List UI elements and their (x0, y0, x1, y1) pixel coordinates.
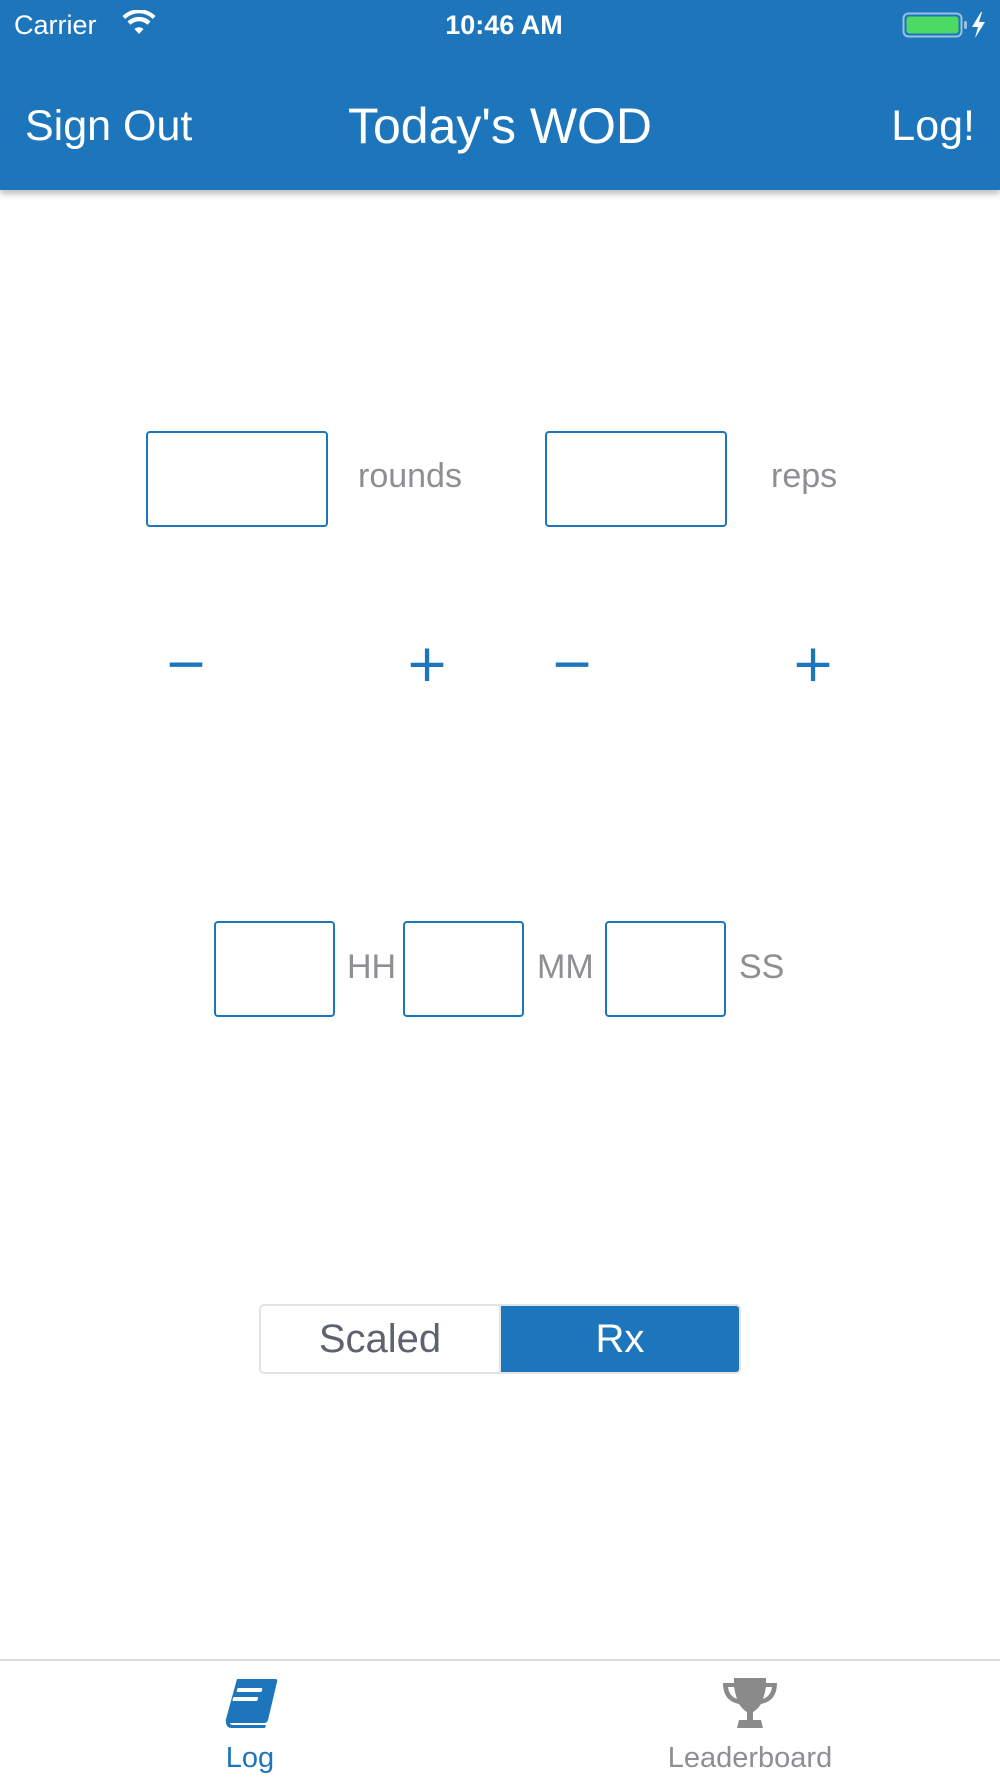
rounds-label: rounds (358, 457, 462, 495)
rounds-input[interactable] (146, 431, 328, 527)
trophy-icon (723, 1678, 777, 1728)
app-header: Carrier 10:46 AM Sign Out Today's WOD Lo… (0, 0, 1000, 190)
navigation-bar: Sign Out Today's WOD Log! (0, 78, 1000, 174)
hours-label: HH (347, 948, 397, 986)
battery-icon (902, 12, 985, 38)
wod-log-screen: Carrier 10:46 AM Sign Out Today's WOD Lo… (0, 0, 1000, 1778)
status-time: 10:46 AM (445, 10, 563, 40)
status-bar: Carrier 10:46 AM (0, 0, 1000, 50)
log-button[interactable]: Log! (891, 100, 975, 152)
tab-leaderboard[interactable]: Leaderboard (500, 1661, 1000, 1778)
book-icon (225, 1679, 278, 1728)
reps-decrement-button[interactable]: − (542, 634, 602, 694)
rounds-decrement-button[interactable]: − (156, 634, 216, 694)
tab-bar: Log Leaderboard (0, 1659, 1000, 1778)
tab-log[interactable]: Log (0, 1661, 500, 1778)
segment-scaled[interactable]: Scaled (261, 1306, 501, 1372)
reps-input[interactable] (545, 431, 727, 527)
page-title: Today's WOD (347, 98, 653, 154)
rounds-increment-button[interactable]: + (397, 634, 457, 694)
tab-leaderboard-label: Leaderboard (667, 1742, 833, 1774)
hours-input[interactable] (214, 921, 335, 1017)
segment-rx[interactable]: Rx (501, 1306, 739, 1372)
seconds-label: SS (739, 948, 785, 986)
reps-increment-button[interactable]: + (783, 634, 843, 694)
tab-log-label: Log (225, 1742, 275, 1774)
reps-label: reps (771, 457, 838, 495)
seconds-input[interactable] (605, 921, 726, 1017)
minutes-input[interactable] (403, 921, 524, 1017)
scaled-rx-segmented-control: Scaled Rx (259, 1304, 741, 1374)
minutes-label: MM (537, 948, 594, 986)
